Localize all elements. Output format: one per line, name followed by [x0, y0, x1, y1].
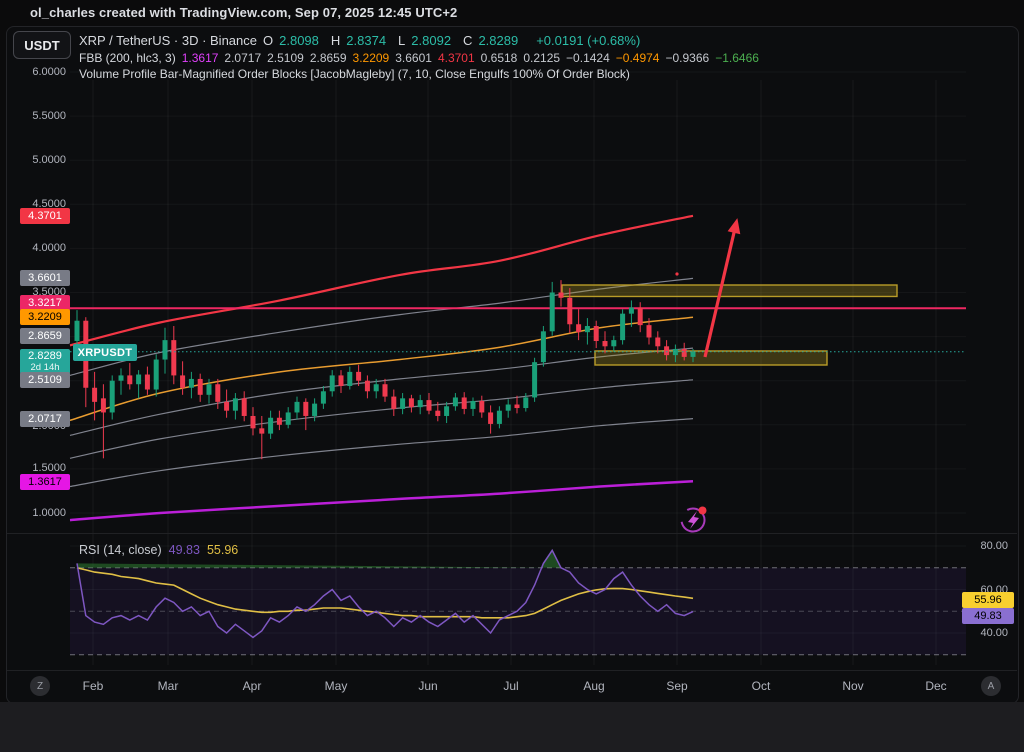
rsi-title: RSI (14, close) — [79, 543, 162, 557]
time-axis-label[interactable]: Aug — [583, 679, 604, 693]
rsi-axis-badge: 49.83 — [962, 608, 1014, 624]
time-axis-label[interactable]: May — [325, 679, 348, 693]
auto-scale-button[interactable]: A — [981, 676, 1001, 696]
snapshot-attribution: ol_charles created with TradingView.com,… — [30, 5, 457, 20]
price-axis-badge: 4.3701 — [20, 208, 70, 224]
time-axis-label[interactable]: Nov — [842, 679, 863, 693]
timezone-button[interactable]: Z — [30, 676, 50, 696]
time-axis-label[interactable]: Jun — [418, 679, 437, 693]
time-axis-label[interactable]: Oct — [752, 679, 771, 693]
chart-panel — [6, 26, 1019, 704]
rsi-ma-value: 55.96 — [207, 543, 238, 557]
fbb-value: −1.6466 — [715, 51, 759, 65]
fbb-value: −0.9366 — [665, 51, 709, 65]
price-axis-label: 6.0000 — [14, 65, 66, 79]
price-change: +0.0191 (+0.68%) — [536, 33, 640, 48]
fbb-value: 0.2125 — [523, 51, 560, 65]
rsi-value: 49.83 — [169, 543, 200, 557]
time-axis-label[interactable]: Feb — [83, 679, 104, 693]
price-axis-label: 5.5000 — [14, 109, 66, 123]
symbol-title: XRP / TetherUS · 3D · Binance — [79, 33, 257, 48]
time-axis-label[interactable]: Sep — [666, 679, 687, 693]
price-axis-badge: 3.2209 — [20, 309, 70, 325]
indicator-fbb-title: FBB (200, hlc3, 3) — [79, 51, 176, 65]
footer-bar: TradingView — [0, 702, 1024, 752]
fbb-value: 2.0717 — [224, 51, 261, 65]
bar-countdown: 2d 14h — [30, 362, 59, 373]
current-price: 2.8289 — [28, 351, 62, 362]
legend-volume-profile-row[interactable]: Volume Profile Bar-Magnified Order Block… — [79, 67, 630, 81]
fbb-value: 0.6518 — [481, 51, 518, 65]
rsi-axis-badge: 55.96 — [962, 592, 1014, 608]
fbb-value: 3.2209 — [353, 51, 390, 65]
ohlc-o: O2.8098 — [263, 33, 325, 48]
rsi-axis-label: 80.00 — [956, 539, 1008, 553]
price-axis-label: 5.0000 — [14, 153, 66, 167]
fbb-value: 3.6601 — [395, 51, 432, 65]
legend-symbol-row[interactable]: XRP / TetherUS · 3D · Binance O2.8098 H2.8… — [79, 33, 646, 48]
price-axis-badge: 2.8659 — [20, 328, 70, 344]
legend-fbb-row[interactable]: FBB (200, hlc3, 3) 1.3617 2.0717 2.5109 2.86… — [79, 51, 771, 65]
time-axis-label[interactable]: Jul — [503, 679, 518, 693]
quote-currency-button[interactable]: USDT — [13, 31, 71, 59]
tradingview-snapshot: ol_charles created with TradingView.com,… — [0, 0, 1024, 752]
current-price-badge: 2.8289 2d 14h — [20, 349, 70, 374]
time-axis-label[interactable]: Mar — [158, 679, 179, 693]
price-line-symbol-label: XRPUSDT — [73, 344, 137, 361]
ohlc-h: H2.8374 — [331, 33, 392, 48]
fbb-value: 2.5109 — [267, 51, 304, 65]
rsi-axis-label: 40.00 — [956, 626, 1008, 640]
time-axis-label[interactable]: Apr — [243, 679, 262, 693]
price-axis-badge: 2.0717 — [20, 411, 70, 427]
fbb-value: 4.3701 — [438, 51, 475, 65]
fbb-value: 2.8659 — [310, 51, 347, 65]
time-axis-label[interactable]: Dec — [925, 679, 946, 693]
price-axis-label: 4.0000 — [14, 241, 66, 255]
rsi-legend-row[interactable]: RSI (14, close) 49.83 55.96 — [79, 543, 245, 557]
price-axis-badge: 2.5109 — [20, 372, 70, 388]
ohlc-c: C2.8289 — [463, 33, 524, 48]
fbb-value: −0.4974 — [616, 51, 660, 65]
price-axis-badge: 1.3617 — [20, 474, 70, 490]
fbb-value: −0.1424 — [566, 51, 610, 65]
price-axis-label: 1.5000 — [14, 461, 66, 475]
price-axis-badge: 3.6601 — [20, 270, 70, 286]
price-axis-label: 1.0000 — [14, 506, 66, 520]
ohlc-l: L2.8092 — [398, 33, 457, 48]
fbb-value: 1.3617 — [182, 51, 219, 65]
